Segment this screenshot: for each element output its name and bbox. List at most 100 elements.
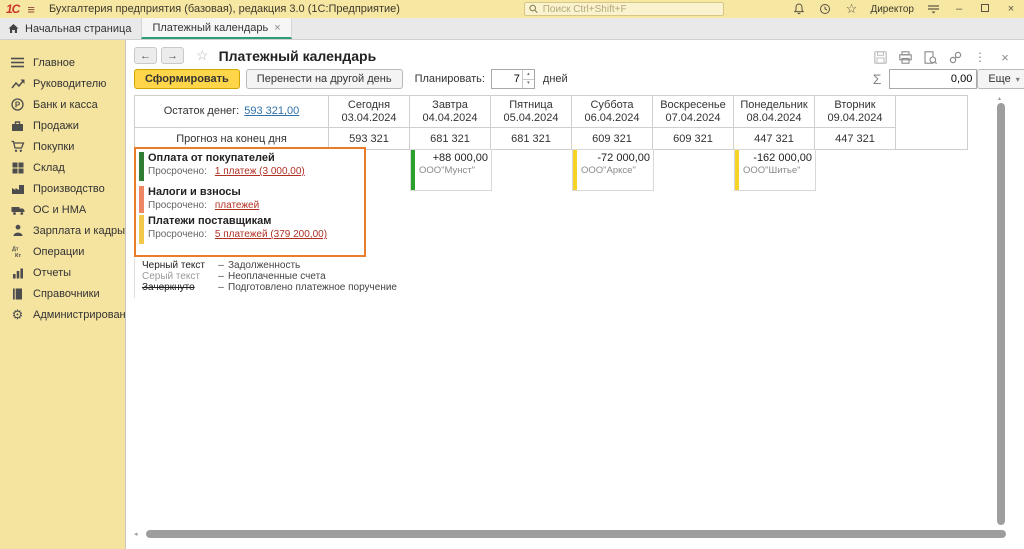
- notifications-bell-icon[interactable]: [792, 2, 806, 16]
- current-user[interactable]: Директор: [870, 4, 914, 15]
- print-icon[interactable]: [898, 50, 912, 64]
- forecast-value: 447 321: [734, 128, 814, 149]
- close-form-icon[interactable]: ×: [998, 50, 1012, 64]
- overdue-link[interactable]: 5 платежей (379 200,00): [215, 229, 327, 240]
- forecast-value: 447 321: [815, 128, 895, 149]
- sidebar-item-administration[interactable]: ⚙ Администрирование: [0, 304, 125, 325]
- menu-icon: [10, 56, 25, 70]
- sidebar-item-fixed-assets[interactable]: ОС и НМА: [0, 199, 125, 220]
- overdue-label: Просрочено:: [148, 229, 207, 240]
- sidebar-item-directories[interactable]: Справочники: [0, 283, 125, 304]
- minimize-button[interactable]: –: [952, 3, 966, 15]
- sidebar-item-purchases[interactable]: Покупки: [0, 136, 125, 157]
- scroll-up-icon[interactable]: ▴: [998, 95, 1001, 102]
- search-icon: [529, 4, 538, 14]
- sidebar-item-manager[interactable]: Руководителю: [0, 73, 125, 94]
- sidebar-item-warehouse[interactable]: Склад: [0, 157, 125, 178]
- plan-days-stepper[interactable]: ▴ ▾: [491, 69, 535, 89]
- calendar-body: Оплата от покупателей Просрочено: 1 плат…: [134, 148, 1017, 528]
- day-name: Понедельник: [740, 99, 807, 112]
- overdue-label: Просрочено:: [148, 200, 207, 211]
- sidebar-item-salary-hr[interactable]: Зарплата и кадры: [0, 220, 125, 241]
- column-tuesday[interactable]: Вторник09.04.2024 447 321: [815, 96, 896, 149]
- bar-chart-icon: [10, 266, 25, 280]
- sidebar-item-sales[interactable]: Продажи: [0, 115, 125, 136]
- tab-active-label: Платежный календарь: [152, 22, 268, 34]
- payment-cell-monday[interactable]: -162 000,00 ООО"Шитье": [734, 149, 816, 191]
- group-row-incoming-payments[interactable]: Оплата от покупателей Просрочено: 1 плат…: [139, 152, 361, 177]
- back-button[interactable]: ←: [134, 47, 157, 64]
- print-preview-icon[interactable]: [923, 50, 937, 64]
- overdue-link[interactable]: 1 платеж (3 000,00): [215, 166, 305, 177]
- sum-sigma-icon: Σ: [873, 71, 882, 87]
- legend-separator: –: [214, 283, 228, 293]
- day-date: 03.04.2024: [341, 112, 396, 125]
- 1c-logo-icon: 1С: [6, 2, 19, 16]
- sidebar-item-label: Банк и касса: [33, 99, 98, 111]
- column-sunday[interactable]: Воскресенье07.04.2024 609 321: [653, 96, 734, 149]
- group-name: Оплата от покупателей: [139, 152, 361, 164]
- more-actions-icon[interactable]: ⋮: [973, 50, 987, 64]
- tab-payment-calendar[interactable]: Платежный календарь ×: [141, 18, 291, 39]
- column-monday[interactable]: Понедельник08.04.2024 447 321: [734, 96, 815, 149]
- group-row-taxes[interactable]: Налоги и взносы Просрочено: платежей: [139, 186, 361, 211]
- sidebar-item-main[interactable]: Главное: [0, 52, 125, 73]
- column-saturday[interactable]: Суббота06.04.2024 609 321: [572, 96, 653, 149]
- generate-button[interactable]: Сформировать: [134, 69, 240, 89]
- sidebar-item-bank-cash[interactable]: Р Банк и касса: [0, 94, 125, 115]
- vertical-scrollbar[interactable]: ▴: [997, 95, 1006, 532]
- overdue-link[interactable]: платежей: [215, 200, 259, 211]
- legend-row-unpaid: Серый текст – Неоплаченные счета: [142, 272, 397, 282]
- forecast-value: 609 321: [572, 128, 652, 149]
- more-button[interactable]: Еще ▾: [977, 69, 1024, 89]
- tab-home-page[interactable]: Начальная страница: [0, 18, 141, 39]
- main-menu-icon[interactable]: ≡: [27, 3, 35, 16]
- dt-kt-icon: ДтКт: [10, 245, 25, 259]
- stepper-down-icon[interactable]: ▾: [523, 80, 534, 89]
- get-link-icon[interactable]: [948, 50, 962, 64]
- search-input[interactable]: [543, 4, 720, 15]
- horizontal-scrollbar[interactable]: ◂: [134, 529, 1017, 539]
- day-date: 04.04.2024: [422, 112, 477, 125]
- global-search[interactable]: [524, 2, 724, 16]
- payment-cell-tomorrow[interactable]: +88 000,00 ООО"Мунст": [410, 149, 492, 191]
- vertical-scrollbar-thumb[interactable]: [997, 103, 1005, 525]
- group-row-supplier-payments[interactable]: Платежи поставщикам Просрочено: 5 платеж…: [139, 215, 361, 240]
- favorite-star-icon[interactable]: ☆: [196, 47, 209, 64]
- selected-groups-box: Оплата от покупателей Просрочено: 1 плат…: [134, 147, 366, 257]
- legend-description: Подготовлено платежное поручение: [228, 283, 397, 293]
- close-window-button[interactable]: ×: [1004, 3, 1018, 15]
- legend-term: Серый текст: [142, 272, 214, 282]
- overdue-label: Просрочено:: [148, 166, 207, 177]
- scroll-left-icon[interactable]: ◂: [134, 530, 146, 538]
- forward-button[interactable]: →: [161, 47, 184, 64]
- plan-days-input[interactable]: [492, 70, 522, 88]
- truck-icon: [10, 203, 25, 217]
- day-date: 05.04.2024: [503, 112, 558, 125]
- warehouse-icon: [10, 161, 25, 175]
- factory-icon: [10, 182, 25, 196]
- legend-row-prepared: Зачеркнуто – Подготовлено платежное пору…: [142, 283, 397, 293]
- sum-field[interactable]: [889, 69, 977, 89]
- column-tomorrow[interactable]: Завтра04.04.2024 681 321: [410, 96, 491, 149]
- day-name: Сегодня: [348, 99, 390, 112]
- column-friday[interactable]: Пятница05.04.2024 681 321: [491, 96, 572, 149]
- cell-company: ООО"Арксе": [581, 165, 650, 177]
- sidebar-item-operations[interactable]: ДтКт Операции: [0, 241, 125, 262]
- payment-cell-saturday[interactable]: -72 000,00 ООО"Арксе": [572, 149, 654, 191]
- day-name: Завтра: [432, 99, 468, 112]
- stepper-up-icon[interactable]: ▴: [523, 70, 534, 80]
- favorites-star-icon[interactable]: ☆: [844, 2, 858, 16]
- sidebar-item-reports[interactable]: Отчеты: [0, 262, 125, 283]
- history-icon[interactable]: [818, 2, 832, 16]
- sidebar-item-production[interactable]: Производство: [0, 178, 125, 199]
- maximize-button[interactable]: [978, 3, 992, 15]
- tab-close-icon[interactable]: ×: [274, 22, 280, 34]
- column-today[interactable]: Сегодня03.04.2024 593 321: [329, 96, 410, 149]
- horizontal-scrollbar-thumb[interactable]: [146, 530, 1006, 538]
- move-to-another-day-button[interactable]: Перенести на другой день: [246, 69, 403, 89]
- service-settings-icon[interactable]: [926, 2, 940, 16]
- group-color-bar: [139, 215, 144, 244]
- balance-link[interactable]: 593 321,00: [244, 105, 299, 118]
- save-icon[interactable]: [873, 50, 887, 64]
